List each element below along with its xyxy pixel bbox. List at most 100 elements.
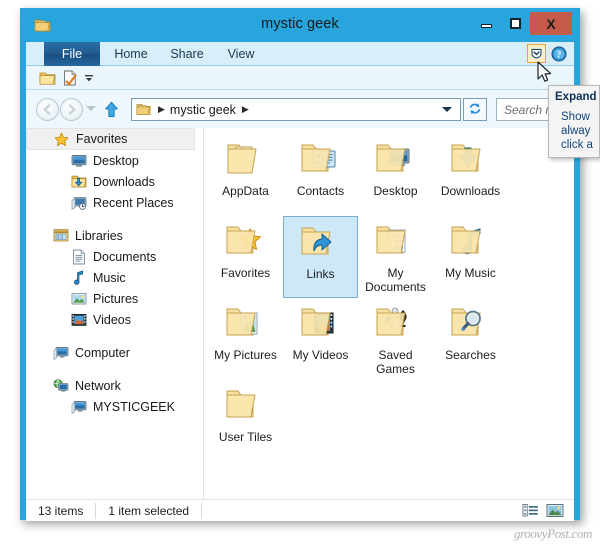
file-grid: AppData Contacts Desktop Downloads Favor… xyxy=(208,134,574,462)
sidebar-item-computer[interactable]: Computer xyxy=(26,342,203,363)
sidebar-label: Music xyxy=(93,270,126,285)
details-view-icon[interactable] xyxy=(521,503,539,519)
path-dropdown-icon[interactable] xyxy=(442,107,452,112)
file-item[interactable]: AppData xyxy=(208,134,283,216)
file-item[interactable]: Contacts xyxy=(283,134,358,216)
file-name: My Videos xyxy=(292,348,349,362)
file-item[interactable]: My Pictures xyxy=(208,298,283,380)
refresh-icon[interactable] xyxy=(463,98,487,121)
folder-searches-icon xyxy=(447,302,495,346)
help-icon[interactable]: ? xyxy=(550,45,568,63)
ribbon-right-controls: ? xyxy=(527,44,568,63)
tab-view[interactable]: View xyxy=(218,42,264,66)
address-path-box[interactable]: ▶ mystic geek ▶ xyxy=(131,98,461,121)
back-arrow-icon[interactable] xyxy=(36,98,59,121)
folder-music-icon xyxy=(447,220,495,264)
customize-dropdown-icon[interactable] xyxy=(82,69,96,87)
tab-home[interactable]: Home xyxy=(106,42,156,66)
star-icon xyxy=(53,131,70,147)
large-icons-view-icon[interactable] xyxy=(546,503,564,519)
tooltip-line-1: Show xyxy=(561,111,590,123)
music-note-icon xyxy=(70,270,87,286)
folder-games-icon xyxy=(372,302,420,346)
expand-ribbon-icon[interactable] xyxy=(527,44,546,63)
selection-status: 1 item selected xyxy=(108,503,190,518)
file-name: Desktop xyxy=(373,184,418,198)
sidebar-item-favorites[interactable]: Favorites xyxy=(26,128,195,150)
file-item[interactable]: Saved Games xyxy=(358,298,433,380)
file-name: Saved Games xyxy=(376,348,415,376)
file-item[interactable]: My Documents xyxy=(358,216,433,298)
sidebar-item-recent-places[interactable]: Recent Places xyxy=(26,192,203,213)
sidebar-item-desktop[interactable]: Desktop xyxy=(26,150,203,171)
sidebar-label: Videos xyxy=(93,312,131,327)
close-icon[interactable]: X xyxy=(530,12,572,35)
folder-pictures-icon xyxy=(222,302,270,346)
sidebar-label: Pictures xyxy=(93,291,139,306)
window-controls: X xyxy=(472,12,572,35)
properties-icon[interactable] xyxy=(60,69,79,87)
folder-links-icon xyxy=(297,221,345,265)
forward-arrow-icon[interactable] xyxy=(60,98,83,121)
tab-file[interactable]: File xyxy=(44,42,100,66)
tab-share[interactable]: Share xyxy=(162,42,212,66)
item-count: 13 items xyxy=(38,503,84,518)
minimize-icon[interactable] xyxy=(472,12,501,34)
explorer-body: Favorites Desktop Downloads Recent Place… xyxy=(26,128,574,499)
desktop-icon xyxy=(70,153,87,169)
folder-desktop-icon xyxy=(372,138,420,182)
file-name: My Pictures xyxy=(214,348,277,362)
sidebar-item-videos[interactable]: Videos xyxy=(26,309,203,330)
ribbon-expand-tooltip: Expand Show alway click a xyxy=(548,85,600,158)
tooltip-line-2: alway xyxy=(561,125,591,137)
folder-downloads-icon xyxy=(447,138,495,182)
sidebar-item-libraries[interactable]: Libraries xyxy=(26,225,203,246)
breadcrumb-separator-icon-2[interactable]: ▶ xyxy=(242,104,249,115)
file-item[interactable]: User Tiles xyxy=(208,380,283,462)
video-icon xyxy=(70,312,87,328)
downloads-icon xyxy=(70,174,87,190)
view-buttons xyxy=(521,503,574,519)
file-name: Favorites xyxy=(220,266,271,280)
sidebar-item-documents[interactable]: Documents xyxy=(26,246,203,267)
title-bar: mystic geek X xyxy=(20,8,580,42)
computer-icon xyxy=(52,345,69,361)
file-item-selected[interactable]: Links xyxy=(283,216,358,298)
status-bar: 13 items 1 item selected xyxy=(26,499,574,521)
sidebar-label: Downloads xyxy=(93,174,155,189)
folder-icon[interactable] xyxy=(38,69,57,87)
screenshot-root: mystic geek X File Home Share View ? ▶ m… xyxy=(0,0,600,544)
file-name: AppData xyxy=(222,184,269,198)
file-item[interactable]: My Videos xyxy=(283,298,358,380)
sidebar-item-music[interactable]: Music xyxy=(26,267,203,288)
up-arrow-icon[interactable] xyxy=(100,98,122,121)
maximize-icon[interactable] xyxy=(501,12,530,34)
document-icon xyxy=(70,249,87,265)
sidebar-item-mysticgeek[interactable]: MYSTICGEEK xyxy=(26,396,203,417)
history-dropdown-icon[interactable] xyxy=(86,106,96,111)
file-list-view[interactable]: AppData Contacts Desktop Downloads Favor… xyxy=(204,128,574,499)
sidebar-label: Libraries xyxy=(75,228,123,243)
file-item[interactable]: Favorites xyxy=(208,216,283,298)
file-name: My Documents xyxy=(365,266,426,294)
file-name: Links xyxy=(306,267,335,281)
folder-documents-icon xyxy=(372,220,420,264)
svg-text:?: ? xyxy=(557,49,562,59)
explorer-window: mystic geek X File Home Share View ? ▶ m… xyxy=(20,8,580,521)
sidebar-gap-3 xyxy=(26,363,203,375)
address-bar-row: ▶ mystic geek ▶ Search my... xyxy=(26,90,580,128)
file-item[interactable]: My Music xyxy=(433,216,508,298)
sidebar-item-pictures[interactable]: Pictures xyxy=(26,288,203,309)
sidebar-item-downloads[interactable]: Downloads xyxy=(26,171,203,192)
file-item[interactable]: Desktop xyxy=(358,134,433,216)
sidebar-item-network[interactable]: Network xyxy=(26,375,203,396)
file-name: Downloads xyxy=(440,184,501,198)
folder-open-icon xyxy=(222,384,270,428)
navigation-pane[interactable]: Favorites Desktop Downloads Recent Place… xyxy=(26,128,204,499)
file-item[interactable]: Searches xyxy=(433,298,508,380)
breadcrumb[interactable]: mystic geek xyxy=(170,103,236,117)
sidebar-label: MYSTICGEEK xyxy=(93,399,175,414)
file-name: Searches xyxy=(445,348,496,362)
file-item[interactable]: Downloads xyxy=(433,134,508,216)
ribbon-tab-bar: File Home Share View ? xyxy=(26,42,574,66)
